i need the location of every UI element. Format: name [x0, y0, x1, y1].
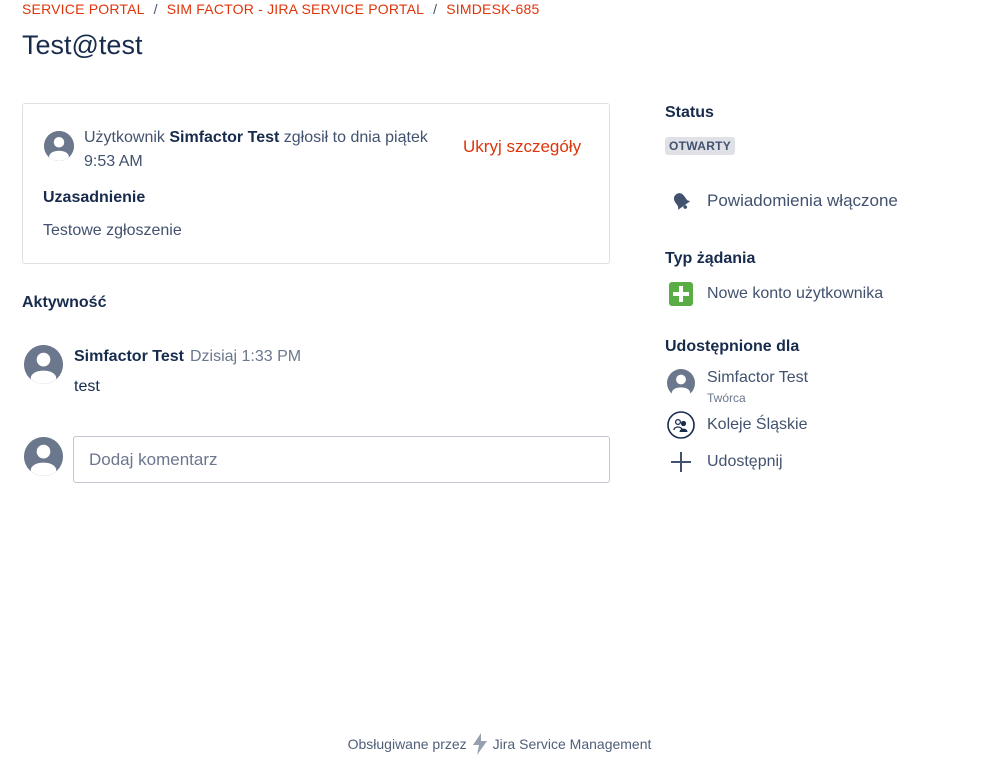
add-square-icon — [667, 280, 695, 308]
footer: Obsługiwane przez Jira Service Managemen… — [0, 733, 999, 755]
reporter-name: Simfactor Test — [169, 129, 280, 146]
lightning-bolt-icon — [471, 733, 489, 755]
activity-entry-header: Simfactor Test Dzisiaj 1:33 PM — [74, 348, 301, 366]
activity-author-avatar — [24, 345, 63, 384]
request-details-card: Użytkownik Simfactor Test zgłosił to dni… — [22, 103, 610, 264]
share-button[interactable]: Udostępnij — [667, 448, 783, 476]
add-comment-input[interactable] — [73, 436, 610, 483]
plus-icon — [667, 448, 695, 476]
user-avatar-icon — [667, 369, 695, 397]
user-avatar-icon — [24, 437, 63, 476]
field-label-justification: Uzasadnienie — [43, 189, 146, 206]
shared-organization-name: Koleje Śląskie — [707, 416, 808, 433]
breadcrumb-sim-factor-portal[interactable]: SIM FACTOR - JIRA SERVICE PORTAL — [167, 1, 424, 17]
user-avatar-icon — [24, 345, 63, 384]
page-title: Test@test — [22, 30, 143, 60]
activity-comment-body: test — [74, 378, 100, 395]
shared-user-name: Simfactor Test — [707, 369, 809, 386]
request-type-heading: Typ żądania — [665, 250, 756, 267]
request-type: Nowe konto użytkownika — [667, 280, 883, 308]
reporter-text: Użytkownik Simfactor Test zgłosił to dni… — [84, 129, 428, 170]
shared-user-role: Twórca — [707, 391, 746, 405]
bell-icon — [667, 187, 695, 215]
status-badge: OTWARTY — [665, 137, 736, 155]
breadcrumb: SERVICE PORTAL / SIM FACTOR - JIRA SERVICE… — [22, 1, 539, 17]
activity-author-name: Simfactor Test — [74, 348, 184, 365]
current-user-avatar — [24, 437, 63, 476]
breadcrumb-issue-key[interactable]: SIMDESK-685 — [446, 1, 539, 17]
breadcrumb-separator: / — [433, 1, 438, 17]
shared-organization-item: Koleje Śląskie — [667, 411, 808, 439]
notifications-label: Powiadomienia włączone — [707, 191, 898, 210]
breadcrumb-separator: / — [153, 1, 158, 17]
footer-product-link[interactable]: Jira Service Management — [493, 736, 652, 752]
shared-with-heading: Udostępnione dla — [665, 338, 800, 355]
request-type-value: Nowe konto użytkownika — [707, 285, 884, 302]
hide-details-link[interactable]: Ukryj szczegóły — [463, 137, 581, 157]
activity-timestamp: Dzisiaj 1:33 PM — [189, 348, 302, 365]
user-avatar-icon — [44, 131, 74, 161]
breadcrumb-service-portal[interactable]: SERVICE PORTAL — [22, 1, 145, 17]
status-heading: Status — [665, 104, 714, 121]
footer-powered-by: Obsługiwane przez — [347, 736, 467, 752]
organization-icon — [667, 411, 695, 439]
reporter-avatar — [44, 131, 74, 161]
field-value-justification: Testowe zgłoszenie — [43, 222, 182, 239]
notifications-toggle[interactable]: Powiadomienia włączone — [667, 187, 898, 215]
share-label: Udostępnij — [707, 453, 783, 470]
activity-heading: Aktywność — [22, 294, 107, 311]
